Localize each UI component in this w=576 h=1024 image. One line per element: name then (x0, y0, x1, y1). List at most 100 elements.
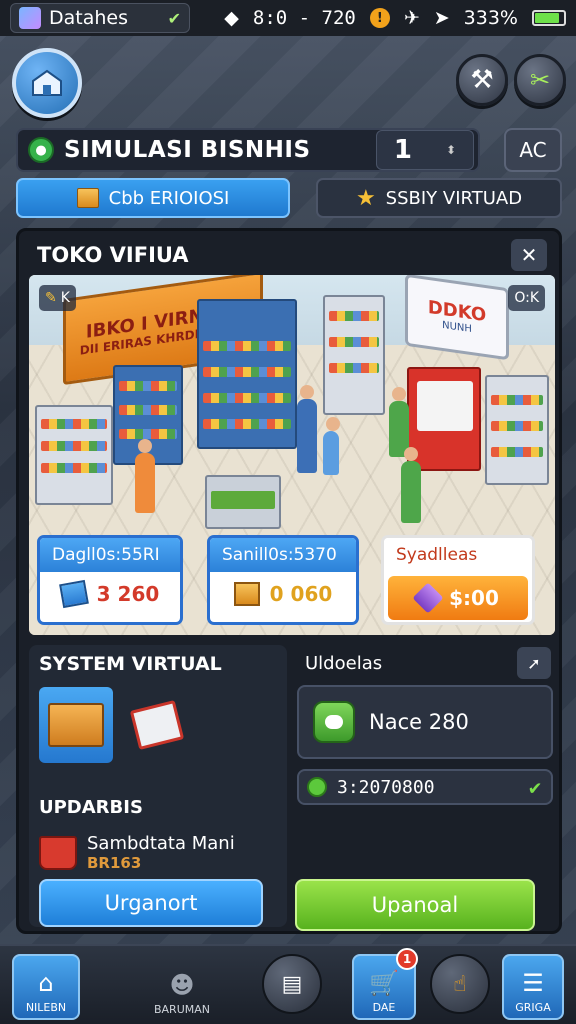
shopper-child (323, 417, 340, 475)
cube-icon (58, 579, 89, 609)
item-name: Sambdtata Mani (87, 833, 235, 854)
expand-button[interactable]: ➚ (517, 647, 551, 679)
nav-label: GRIGA (515, 1001, 551, 1014)
updates-title: Uldoelas (305, 653, 383, 674)
system-item-row[interactable]: Sambdtata Mani BR163 (39, 833, 235, 872)
shelf (35, 405, 113, 505)
nav-label: NILEBN (25, 1001, 67, 1014)
tray-item[interactable] (125, 693, 189, 757)
scene-badge-right[interactable]: O:K (508, 285, 545, 311)
signal-icon: ◆ (224, 7, 239, 29)
stat-value: $:00 (449, 586, 499, 610)
gem-icon (412, 582, 444, 614)
produce-cart (205, 475, 281, 529)
money-bar: 3:2070800 ✔ (297, 769, 553, 805)
system-subtitle: UPDARBIS (39, 797, 143, 818)
store-sign: DDKO NUNH (405, 275, 509, 361)
wrench-button[interactable]: ✂ (514, 54, 566, 106)
tray-icon (129, 700, 185, 750)
crate-item[interactable] (39, 687, 113, 763)
stat-value: 3 260 (96, 582, 160, 606)
stepper-value: 1 (393, 135, 413, 165)
store-scene[interactable]: IBKO I VIRNING DII ERIRAS KHRDRIRAAH DDK… (29, 275, 555, 635)
panel-title: TOKO VIFIUA (37, 243, 189, 267)
clock: 8:0 - 720 (252, 7, 356, 29)
register-icon: ▤ (281, 971, 303, 997)
stat-caption: Syadlleas (384, 538, 532, 572)
check-icon: ✔ (167, 8, 181, 28)
page-title: SIMULASI BISNHIS (64, 137, 311, 163)
crate-icon (48, 703, 104, 747)
stat-card-supplies[interactable]: Syadlleas $:00 (381, 535, 535, 625)
tab-business[interactable]: Cbb ERIOIOSI (16, 178, 290, 218)
nav-inventory[interactable]: ☰ GRIGA (502, 954, 564, 1020)
hammer-button[interactable]: ⚒ (456, 54, 508, 106)
shopper (135, 439, 155, 513)
stat-card-revenue[interactable]: Dagll0s:55RI 3 260 (37, 535, 183, 625)
cellular-icon: ➤ (433, 7, 450, 29)
wifi-icon: ✈ (403, 7, 420, 29)
status-bar: Datahes ✔ ◆ 8:0 - 720 ! ✈ ➤ 333% (0, 0, 576, 36)
app-switcher[interactable]: Datahes ✔ (10, 3, 190, 33)
stat-card-sales[interactable]: Sanill0s:5370 0 060 (207, 535, 359, 625)
battery-icon (532, 10, 566, 26)
globe-icon: ● (28, 137, 54, 163)
list-icon: ☰ (522, 969, 544, 997)
box-icon (76, 188, 99, 208)
tab-row: Cbb ERIOIOSI ★ SSBIY VIRTUAD (16, 178, 562, 220)
update-card[interactable]: Nace 280 (297, 685, 553, 759)
house-icon: ⌂ (38, 969, 54, 997)
shopper (297, 385, 317, 473)
shelf (485, 375, 549, 485)
store-panel: TOKO VIFIUA ✕ IBKO I VIRNING DII ERIRAS … (16, 228, 562, 934)
stat-caption: Sanill0s:5370 (210, 538, 356, 572)
nav-register[interactable]: ▤ (262, 954, 322, 1014)
pencil-icon: ✎ (45, 290, 57, 306)
system-title: SYSTEM VIRTUAL (39, 653, 222, 675)
level-stepper[interactable]: 1 ⬍ (376, 130, 474, 170)
upload-button[interactable]: Upanoal (295, 879, 535, 931)
basket-icon (39, 835, 77, 870)
hand-icon: ☝ (453, 971, 467, 997)
close-button[interactable]: ✕ (511, 239, 547, 271)
update-text: Nace 280 (369, 710, 469, 734)
notification-badge: 1 (396, 948, 418, 970)
top-nav: ⚒ ✂ (0, 40, 576, 120)
star-icon: ★ (355, 185, 376, 211)
shelf (323, 295, 385, 415)
money-value: 3:2070800 (337, 776, 435, 798)
cart-icon: 🛒 (369, 969, 399, 997)
upgrade-button[interactable]: Urganort (39, 879, 263, 927)
tab-label: SSBIY VIRTUAD (385, 187, 523, 209)
check-icon: ✔ (528, 775, 541, 799)
nav-cart[interactable]: 🛒 DAE 1 (352, 948, 418, 1020)
nav-home[interactable]: ⌂ NILEBN (12, 954, 80, 1020)
coin-icon (307, 777, 327, 797)
box-icon (233, 582, 260, 606)
updates-panel: Uldoelas ➚ Nace 280 3:2070800 ✔ Upanoal (295, 645, 555, 931)
scene-badge-left[interactable]: ✎ K (39, 285, 76, 311)
tab-label: Cbb ERIOIOSI (108, 187, 230, 209)
system-panel: SYSTEM VIRTUAL UPDARBIS Sambdtata Mani B… (29, 645, 287, 927)
nav-tap[interactable]: ☝ (430, 954, 490, 1014)
home-button[interactable] (12, 48, 82, 118)
nav-label: BARUMAN (153, 1003, 210, 1016)
chat-icon (313, 701, 355, 743)
stepper-arrows-icon[interactable]: ⬍ (446, 143, 456, 157)
header-bar: ● SIMULASI BISNHIS 1 ⬍ (16, 128, 480, 172)
shelf (197, 299, 297, 449)
hammer-icon: ⚒ (470, 65, 494, 95)
alert-badge: ! (369, 8, 390, 28)
stat-value: 0 060 (269, 582, 333, 606)
item-code: BR163 (87, 854, 142, 872)
nav-profile[interactable]: ☻ BARUMAN (148, 954, 216, 1020)
bottom-nav: ⌂ NILEBN ☻ BARUMAN ▤ 🛒 DAE 1 ☝ ☰ GRIGA (0, 944, 576, 1024)
header-side-button[interactable]: AC (504, 128, 562, 172)
supplies-button[interactable]: $:00 (388, 576, 528, 620)
stat-caption: Dagll0s:55RI (40, 538, 180, 572)
store-icon (32, 69, 62, 96)
arrow-icon: ➚ (527, 653, 541, 673)
nav-label: DAE (372, 1001, 396, 1014)
person-icon: ☻ (169, 971, 195, 999)
tab-virtual[interactable]: ★ SSBIY VIRTUAD (316, 178, 562, 218)
